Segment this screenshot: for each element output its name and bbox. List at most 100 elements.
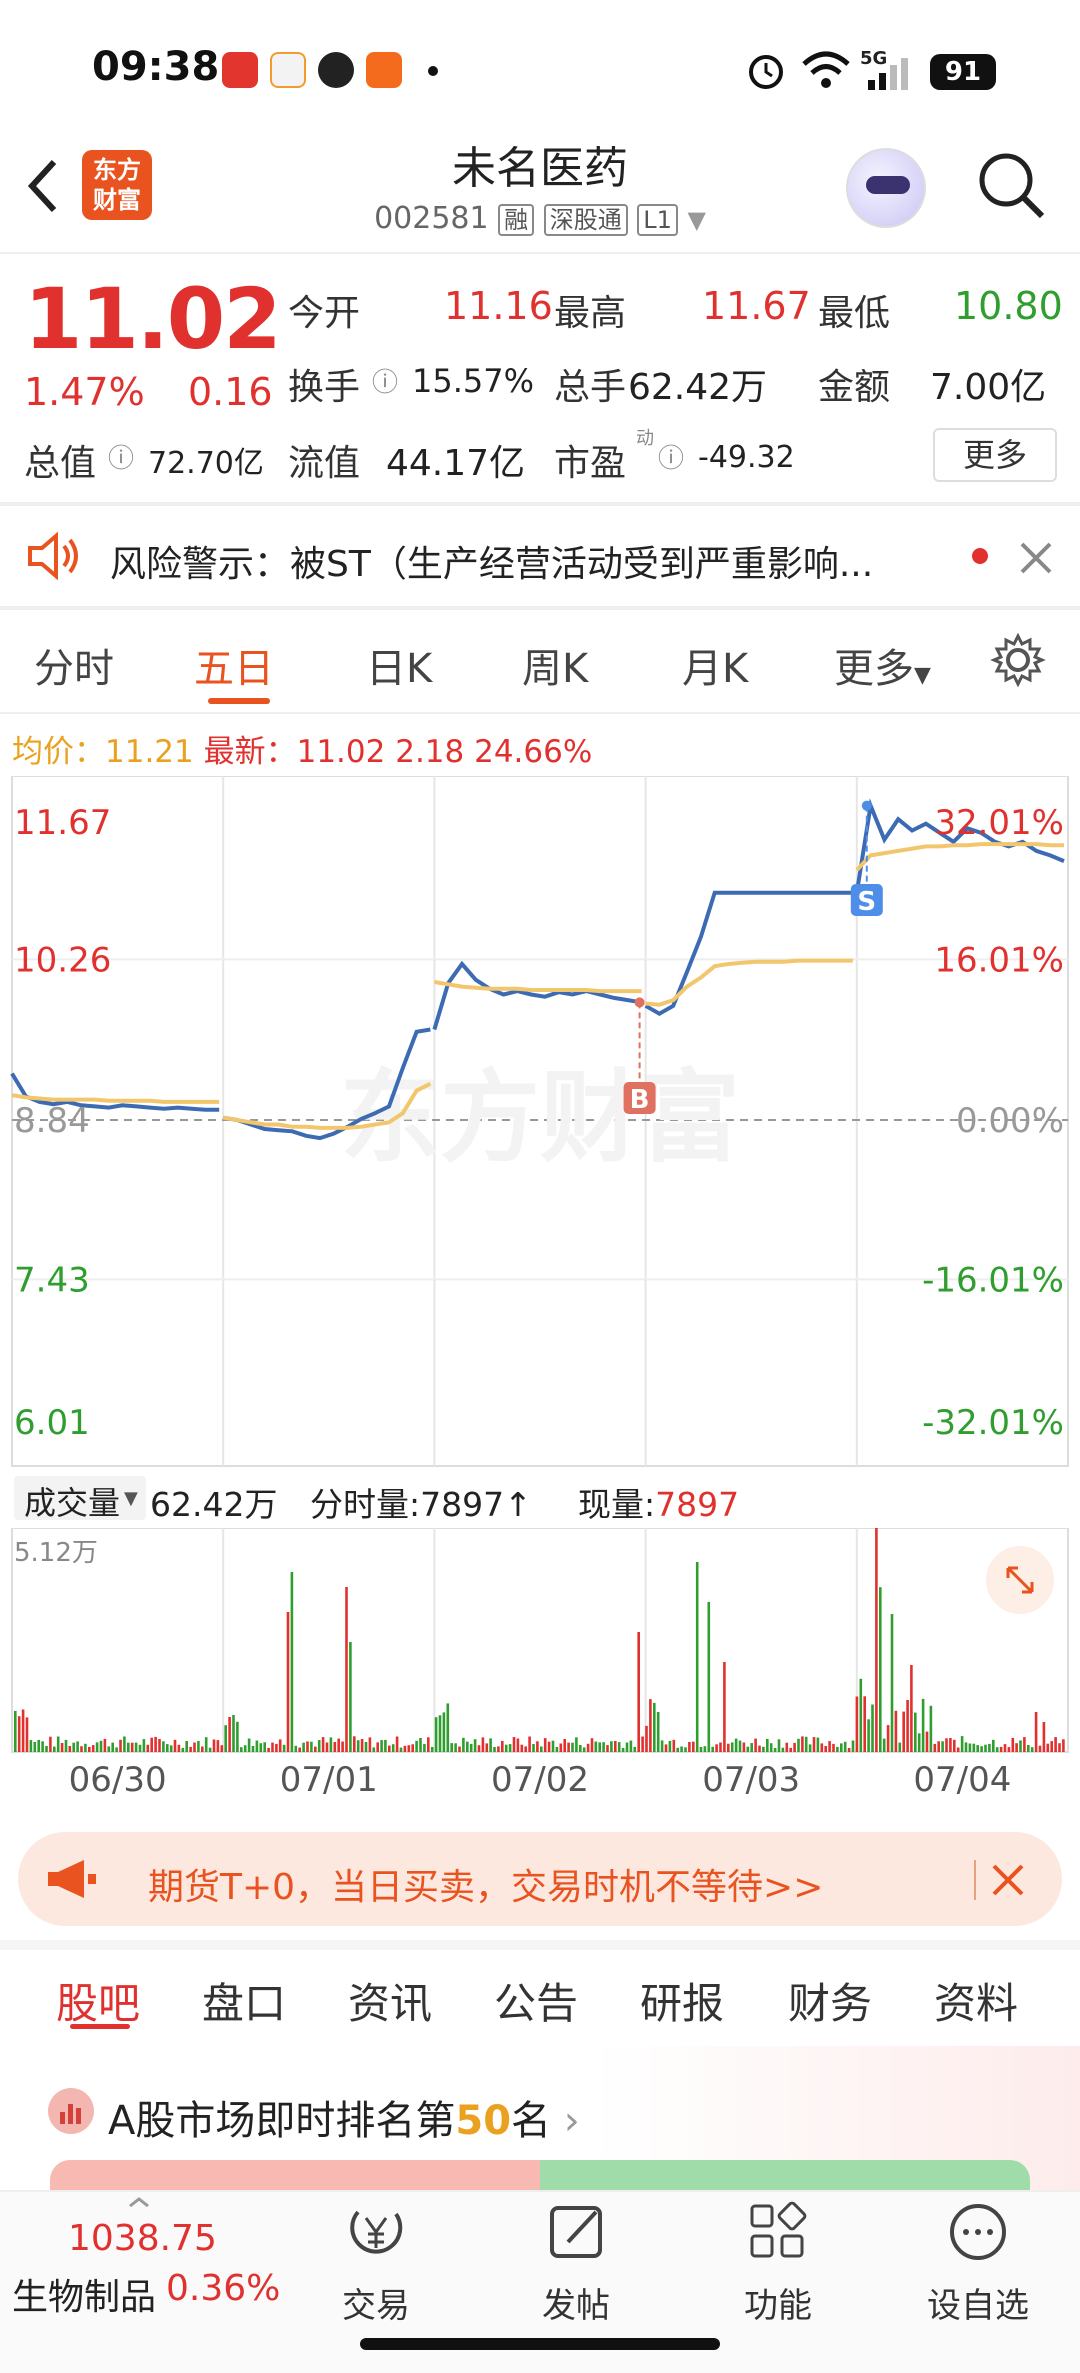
info-icon[interactable]: ⓘ bbox=[108, 438, 134, 475]
close-icon[interactable] bbox=[1016, 538, 1056, 578]
tab-pankou[interactable]: 盘口 bbox=[202, 1970, 286, 2031]
sector-name[interactable]: 生物制品 bbox=[12, 2268, 156, 2320]
volume-bar bbox=[236, 1721, 239, 1752]
volume-bar bbox=[173, 1739, 177, 1752]
trade-yen-icon[interactable] bbox=[344, 2200, 408, 2264]
volume-bar bbox=[804, 1736, 808, 1752]
volume-bar bbox=[388, 1745, 391, 1752]
settings-gear-icon[interactable] bbox=[990, 632, 1046, 688]
robot-assistant-icon[interactable] bbox=[846, 148, 926, 228]
volume-bar bbox=[999, 1746, 1003, 1752]
price-chart[interactable]: 东方财富11.67 32.01%10.26 16.01%8.84 0.00%7.43-… bbox=[0, 776, 1080, 1468]
volume-bar bbox=[547, 1741, 551, 1752]
post-edit-icon[interactable] bbox=[546, 2200, 610, 2264]
volume-bar bbox=[146, 1744, 150, 1752]
volume-bar bbox=[641, 1736, 644, 1752]
tab-intraday[interactable]: 分时 bbox=[34, 636, 114, 694]
tab-weekly-k[interactable]: 周K bbox=[522, 636, 588, 694]
tab-finance[interactable]: 财务 bbox=[788, 1970, 872, 2031]
volume-bar bbox=[111, 1742, 114, 1752]
date-tick-label: 06/30 bbox=[68, 1760, 167, 1800]
volume-bar bbox=[489, 1738, 492, 1752]
volume-bar bbox=[567, 1742, 570, 1752]
volume-bar bbox=[524, 1746, 527, 1752]
nav-trade[interactable]: 交易 bbox=[316, 2278, 436, 2327]
rank-text[interactable]: A股市场即时排名第50名 › bbox=[108, 2088, 580, 2146]
volume-bar bbox=[224, 1725, 227, 1752]
nav-post[interactable]: 发帖 bbox=[516, 2278, 636, 2327]
volume-bar bbox=[240, 1747, 243, 1752]
battery-indicator: 91 bbox=[930, 54, 996, 90]
volume-bar bbox=[243, 1745, 247, 1752]
search-icon[interactable] bbox=[976, 150, 1048, 222]
volume-bar bbox=[551, 1740, 555, 1752]
volume-bar bbox=[49, 1736, 52, 1752]
volume-bar bbox=[855, 1696, 859, 1752]
nav-add-watchlist[interactable]: 设自选 bbox=[918, 2278, 1038, 2327]
info-icon[interactable]: ⓘ bbox=[372, 362, 398, 399]
functions-grid-icon[interactable] bbox=[746, 2200, 810, 2264]
volume-bar bbox=[925, 1731, 929, 1752]
volume-bar bbox=[162, 1741, 165, 1752]
up-chevron-icon[interactable] bbox=[128, 2192, 150, 2208]
tab-more-label: 更多 bbox=[834, 646, 914, 692]
volume-bar bbox=[688, 1742, 691, 1752]
volume-bar bbox=[275, 1743, 278, 1752]
tab-monthly-k[interactable]: 月K bbox=[682, 636, 748, 694]
turnover-label: 换手 bbox=[288, 367, 361, 408]
stock-code-row[interactable]: 002581 融 深股通 L1 ▼ bbox=[340, 200, 740, 236]
amount-label: 金额 bbox=[818, 367, 891, 408]
info-icon[interactable]: ⓘ bbox=[658, 438, 684, 475]
high-value: 11.67 bbox=[702, 284, 811, 328]
volume-bar bbox=[917, 1733, 921, 1752]
volume-bar bbox=[902, 1711, 905, 1752]
tab-guba[interactable]: 股吧 bbox=[56, 1970, 140, 2031]
volume-bar bbox=[960, 1736, 964, 1752]
tab-research[interactable]: 研报 bbox=[640, 1970, 724, 2031]
volume-bar bbox=[138, 1744, 142, 1752]
volume-selector[interactable]: 成交量 ▼ bbox=[14, 1476, 146, 1522]
nav-functions[interactable]: 功能 bbox=[718, 2278, 838, 2327]
volume-bar bbox=[345, 1587, 348, 1752]
ad-close-icon[interactable] bbox=[988, 1860, 1028, 1900]
tag-level: L1 bbox=[637, 204, 678, 236]
volume-bar bbox=[1050, 1741, 1053, 1752]
tab-five-day[interactable]: 五日 bbox=[194, 636, 274, 694]
speaker-icon bbox=[28, 531, 78, 581]
volume-bar bbox=[395, 1736, 399, 1752]
volume-bar bbox=[672, 1739, 676, 1752]
volume-chart[interactable] bbox=[0, 1528, 1080, 1754]
more-dots-icon[interactable] bbox=[946, 2200, 1010, 2264]
volume-bar bbox=[730, 1742, 734, 1752]
volume-bar bbox=[1003, 1744, 1007, 1752]
last-label: 最新： bbox=[203, 734, 297, 770]
volume-bar bbox=[859, 1678, 863, 1752]
volume-bar bbox=[399, 1747, 403, 1752]
risk-warning-text[interactable]: 风险警示：被ST（生产经营活动受到严重影响... bbox=[110, 535, 940, 587]
tab-daily-k[interactable]: 日K bbox=[366, 636, 432, 694]
volume-bar bbox=[290, 1572, 294, 1752]
more-button[interactable]: 更多 bbox=[933, 428, 1057, 482]
volume-bar bbox=[516, 1738, 520, 1752]
volume-bar bbox=[380, 1740, 383, 1752]
y-right-tick-label: 16.01% bbox=[934, 940, 1064, 980]
volume-bar bbox=[76, 1741, 79, 1752]
expand-button[interactable] bbox=[986, 1546, 1054, 1614]
back-icon[interactable] bbox=[22, 156, 62, 216]
volume-bar bbox=[333, 1742, 337, 1752]
volume-bar bbox=[185, 1741, 188, 1752]
volume-bar bbox=[988, 1743, 991, 1752]
tab-more[interactable]: 更多▼ bbox=[834, 636, 931, 694]
volume-bar bbox=[423, 1743, 426, 1752]
tab-news[interactable]: 资讯 bbox=[348, 1970, 432, 2031]
volume-bar bbox=[427, 1737, 430, 1752]
volume-bar bbox=[208, 1747, 212, 1752]
volume-bar bbox=[228, 1717, 231, 1752]
ad-text[interactable]: 期货T+0，当日买卖，交易时机不等待>> bbox=[148, 1858, 823, 1910]
rank-suffix: 名 bbox=[511, 2098, 552, 2144]
tab-profile[interactable]: 资料 bbox=[934, 1970, 1018, 2031]
volume-bar bbox=[1054, 1737, 1057, 1752]
tab-announcements[interactable]: 公告 bbox=[494, 1970, 578, 2031]
volume-bar bbox=[769, 1743, 773, 1752]
sector-index-value[interactable]: 1038.75 bbox=[68, 2218, 217, 2259]
